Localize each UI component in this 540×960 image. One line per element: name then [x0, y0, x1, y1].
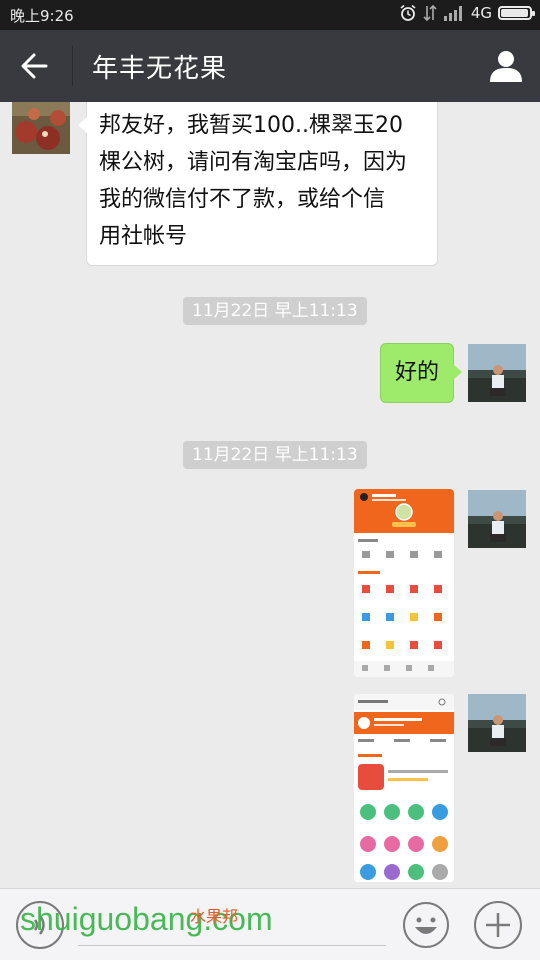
signal-icon	[443, 6, 462, 21]
back-arrow-icon	[21, 53, 48, 79]
chat-title: 年丰无花果	[92, 54, 228, 84]
my-avatar[interactable]	[468, 344, 526, 402]
plus-icon	[486, 913, 510, 937]
my-avatar[interactable]	[468, 490, 526, 548]
alarm-icon	[400, 4, 416, 21]
message-line: 我的微信付不了款，或给个信	[99, 187, 386, 212]
timestamp: 11月22日 早上11:13	[183, 297, 367, 325]
battery-icon	[498, 6, 535, 20]
more-button[interactable]	[474, 901, 522, 949]
watermark-cn: 水果邦	[190, 907, 239, 926]
message-line: 用社帐号	[99, 224, 188, 249]
avatar-photo	[468, 490, 526, 548]
app-screenshot-thumbnail	[354, 489, 454, 677]
fig-fruit-photo	[12, 102, 70, 154]
image-message[interactable]	[354, 489, 454, 677]
my-avatar[interactable]	[468, 694, 526, 752]
message-input[interactable]	[78, 945, 386, 946]
input-bar: shuiguobang.com 水果邦	[0, 888, 540, 960]
contact-avatar[interactable]	[12, 102, 70, 154]
data-transfer-icon	[423, 4, 437, 22]
chat-header: 年丰无花果	[0, 30, 540, 102]
avatar-photo	[468, 694, 526, 752]
timestamp: 11月22日 早上11:13	[183, 441, 367, 469]
status-time: 晚上9:26	[10, 7, 74, 25]
user-icon	[490, 51, 522, 82]
message-line: 棵公树，请问有淘宝店吗，因为	[99, 150, 408, 175]
header-divider	[72, 46, 73, 86]
message-bubble-incoming[interactable]: 邦友好，我暂买100..棵翠玉20 棵公树，请问有淘宝店吗，因为 我的微信付不了…	[78, 102, 438, 266]
message-line: 邦友好，我暂买100..棵翠玉20	[99, 113, 403, 138]
avatar-photo	[468, 344, 526, 402]
chat-area[interactable]: 邦友好，我暂买100..棵翠玉20 棵公树，请问有淘宝店吗，因为 我的微信付不了…	[0, 102, 540, 888]
image-message[interactable]	[354, 694, 454, 882]
message-text: 好的	[394, 360, 439, 385]
emoji-button[interactable]	[402, 901, 450, 949]
app-screenshot-thumbnail	[354, 694, 454, 882]
message-bubble-outgoing[interactable]: 好的	[379, 343, 463, 403]
status-bar: 晚上9:26 4G	[0, 0, 540, 30]
chat-info-button[interactable]	[484, 44, 528, 88]
network-type: 4G	[470, 4, 492, 22]
emoji-icon	[403, 902, 449, 948]
back-button[interactable]	[12, 46, 58, 86]
